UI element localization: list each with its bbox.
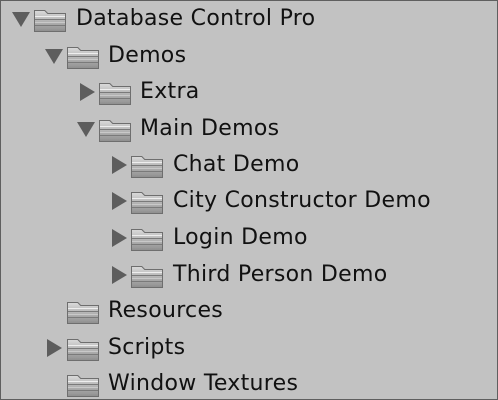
collapse-arrow-icon[interactable] — [112, 266, 127, 284]
tree-item-label: Main Demos — [140, 116, 280, 141]
folder-icon — [66, 299, 100, 325]
collapse-arrow-icon[interactable] — [112, 156, 127, 174]
folder-icon — [130, 189, 164, 215]
tree-item-third-person-demo[interactable]: Third Person Demo — [1, 257, 497, 294]
tree-item-label: Database Control Pro — [76, 6, 316, 31]
tree-item-demos[interactable]: Demos — [1, 38, 497, 75]
folder-icon — [130, 226, 164, 252]
expand-arrow-icon[interactable] — [77, 122, 95, 137]
folder-icon — [130, 263, 164, 289]
tree-item-label: Window Textures — [108, 371, 299, 396]
tree-item-label: Extra — [140, 79, 200, 104]
tree-item-login-demo[interactable]: Login Demo — [1, 220, 497, 257]
tree-item-extra[interactable]: Extra — [1, 74, 497, 111]
tree-item-label: Demos — [108, 43, 187, 68]
tree-item-label: Chat Demo — [173, 152, 300, 177]
tree-item-database-control-pro[interactable]: Database Control Pro — [1, 1, 497, 38]
tree-item-main-demos[interactable]: Main Demos — [1, 111, 497, 148]
tree-item-window-textures[interactable]: Window Textures — [1, 366, 497, 400]
expand-arrow-icon[interactable] — [12, 12, 30, 27]
tree-item-label: City Constructor Demo — [173, 188, 431, 213]
tree-item-label: Resources — [108, 298, 224, 323]
folder-icon — [98, 80, 132, 106]
tree-item-scripts[interactable]: Scripts — [1, 330, 497, 367]
folder-icon — [66, 372, 100, 398]
tree-item-city-constructor-demo[interactable]: City Constructor Demo — [1, 183, 497, 220]
tree-item-label: Third Person Demo — [173, 262, 388, 287]
folder-icon — [66, 336, 100, 362]
tree-item-chat-demo[interactable]: Chat Demo — [1, 147, 497, 184]
folder-icon — [98, 117, 132, 143]
tree-item-label: Login Demo — [173, 225, 308, 250]
collapse-arrow-icon[interactable] — [47, 339, 62, 357]
collapse-arrow-icon[interactable] — [80, 83, 95, 101]
project-tree-panel: Database Control Pro Demos Extra Main De… — [0, 0, 498, 400]
collapse-arrow-icon[interactable] — [112, 192, 127, 210]
collapse-arrow-icon[interactable] — [112, 229, 127, 247]
expand-arrow-icon[interactable] — [45, 49, 63, 64]
tree-item-resources[interactable]: Resources — [1, 293, 497, 330]
folder-icon — [130, 153, 164, 179]
tree-item-label: Scripts — [108, 335, 186, 360]
folder-icon — [33, 7, 67, 33]
folder-icon — [66, 44, 100, 70]
